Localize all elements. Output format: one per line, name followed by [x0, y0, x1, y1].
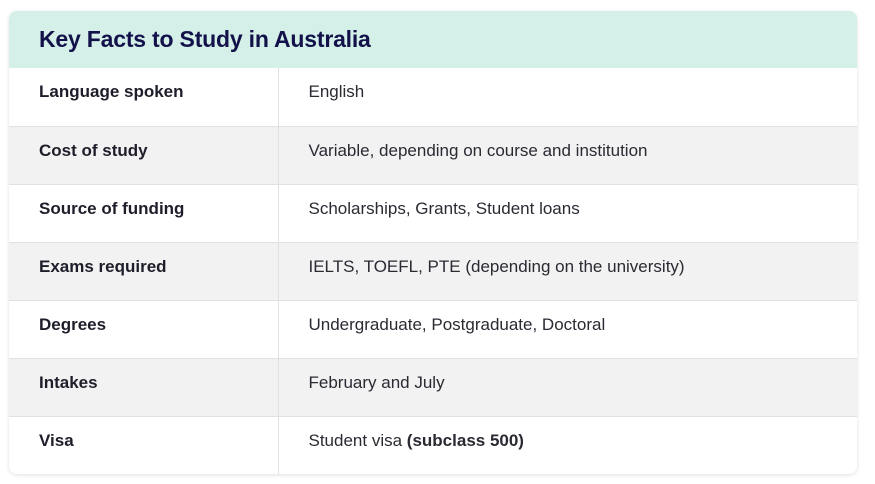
- table-row: Visa Student visa (subclass 500): [9, 415, 857, 474]
- visa-subclass-text: (subclass 500): [406, 430, 524, 450]
- row-value: Variable, depending on course and instit…: [278, 125, 857, 184]
- row-label: Visa: [9, 415, 279, 474]
- table-row: Cost of study Variable, depending on cou…: [9, 125, 857, 184]
- row-value: English: [308, 82, 365, 101]
- key-facts-table: Language spoken English Cost of study Va…: [9, 68, 857, 474]
- table-row: Language spoken English: [9, 68, 857, 126]
- table-row: Source of funding Scholarships, Grants, …: [9, 183, 857, 242]
- row-label: Exams required: [9, 241, 279, 300]
- row-value: Scholarships, Grants, Student loans: [278, 183, 857, 242]
- visa-type-text: Student visa: [308, 430, 403, 450]
- table-row: Degrees Undergraduate, Postgraduate, Doc…: [9, 299, 857, 358]
- row-label: Cost of study: [9, 125, 279, 184]
- row-label: Source of funding: [9, 183, 279, 242]
- row-value: Student visa (subclass 500): [278, 415, 857, 474]
- card-header: Key Facts to Study in Australia: [9, 11, 857, 68]
- key-facts-card: Key Facts to Study in Australia Language…: [9, 11, 857, 474]
- card-title: Key Facts to Study in Australia: [39, 26, 371, 52]
- row-value: February and July: [278, 357, 857, 416]
- row-label: Intakes: [9, 357, 279, 416]
- table-row: Intakes February and July: [9, 357, 857, 416]
- row-value: IELTS, TOEFL, PTE (depending on the univ…: [278, 241, 857, 300]
- row-label: Language spoken: [9, 68, 279, 126]
- row-label: Degrees: [9, 299, 279, 358]
- row-value: Undergraduate, Postgraduate, Doctoral: [278, 299, 857, 358]
- table-row: Exams required IELTS, TOEFL, PTE (depend…: [9, 241, 857, 300]
